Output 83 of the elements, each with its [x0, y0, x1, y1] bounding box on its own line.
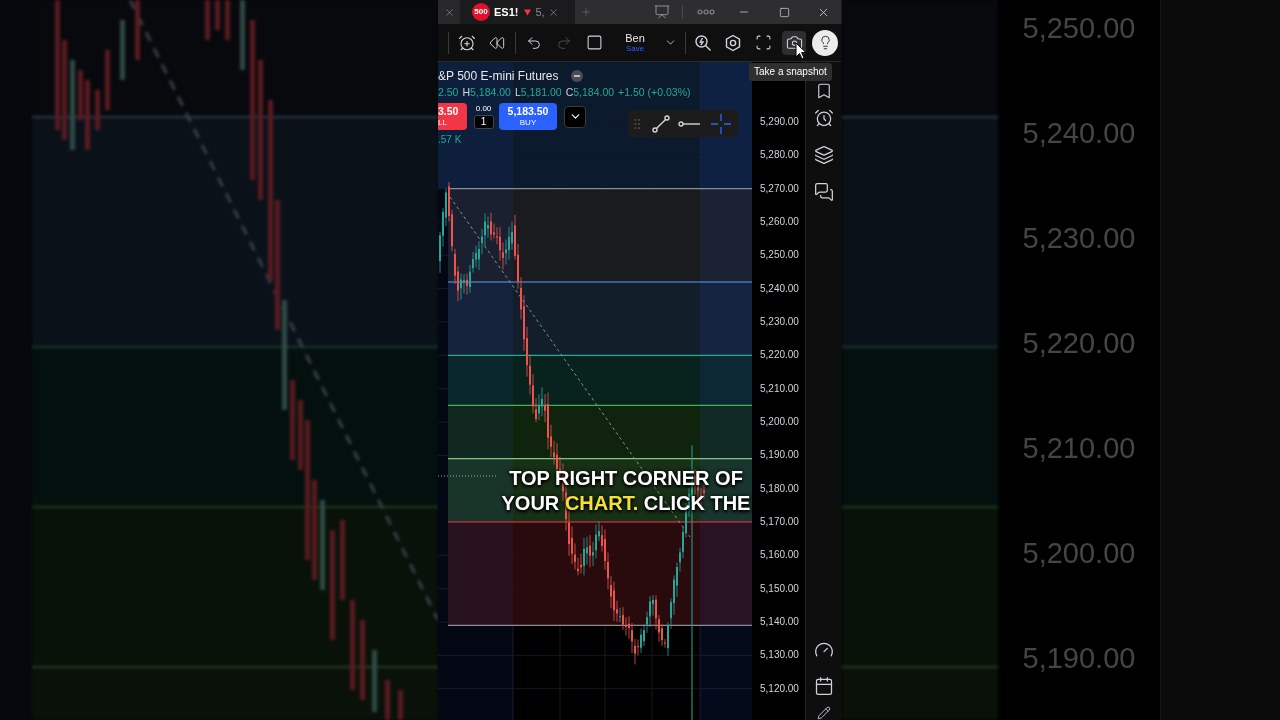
- blurred-candle: [78, 70, 83, 120]
- blurred-candle: [135, 0, 140, 60]
- blurred-candle: [298, 400, 303, 470]
- price-axis-label: 5,160.00: [760, 550, 799, 561]
- blurred-price-label: 5,250.00: [1022, 14, 1136, 43]
- blurred-price-label: 5,190.00: [1022, 644, 1136, 673]
- blurred-candle: [205, 0, 210, 40]
- price-change: +1.50 (+0.03%): [618, 86, 691, 98]
- symbol-logo: 500: [472, 3, 490, 21]
- layout-name-button[interactable]: Ben Save: [613, 27, 657, 58]
- more-icon[interactable]: [697, 9, 715, 15]
- maximize-icon[interactable]: [779, 6, 790, 18]
- calendar-icon[interactable]: [814, 676, 834, 696]
- tooltip: Take a snapshot: [749, 63, 832, 81]
- pencil-icon[interactable]: [817, 706, 831, 720]
- symbol-title: &P 500 E-mini Futures: [438, 70, 559, 82]
- ohlc-value: L5,181.00: [514, 86, 562, 98]
- camera-icon: [785, 34, 803, 51]
- price-axis-label: 5,260.00: [760, 216, 799, 227]
- screen-icon[interactable]: [654, 4, 670, 20]
- price-axis-label: 5,230.00: [760, 316, 799, 327]
- price-axis-label: 5,210.00: [760, 383, 799, 394]
- ohlc-value: 2.50: [438, 86, 459, 98]
- price-axis-label: 5,120.00: [760, 683, 799, 694]
- price-axis-label: 5,200.00: [760, 416, 799, 427]
- buy-button[interactable]: 5,183.50 BUY: [499, 103, 557, 130]
- blurred-candle: [215, 0, 220, 30]
- price-axis-label: 5,130.00: [760, 650, 799, 661]
- settings-icon: [724, 33, 742, 52]
- close-icon[interactable]: [443, 6, 455, 18]
- rewind-icon: [489, 34, 505, 51]
- price-axis-label: 5,280.00: [760, 150, 799, 161]
- sell-button[interactable]: 3.50 LL: [438, 103, 467, 130]
- blurred-price-label: 5,210.00: [1022, 434, 1136, 463]
- square-icon: [585, 34, 603, 51]
- search-icon: [694, 33, 712, 52]
- price-axis-label: 5,140.00: [760, 616, 799, 627]
- alarm-clock-plus-icon: [458, 33, 476, 52]
- price-axis-label: 5,250.00: [760, 250, 799, 261]
- blurred-price-label: 5,200.00: [1022, 539, 1136, 568]
- price-axis-label: 5,270.00: [760, 183, 799, 194]
- bookmark-icon[interactable]: [815, 82, 833, 100]
- fullscreen-icon: [754, 34, 772, 51]
- blurred-candle: [385, 680, 390, 720]
- redo-icon: [556, 34, 572, 51]
- mouse-cursor-icon: [795, 42, 807, 60]
- price-axis-label: 5,220.00: [760, 350, 799, 361]
- price-axis-label: 5,240.00: [760, 283, 799, 294]
- blurred-candle: [120, 20, 125, 80]
- blurred-price-label: 5,230.00: [1022, 224, 1136, 253]
- lightbulb-button[interactable]: [812, 29, 838, 56]
- blurred-candle: [240, 0, 245, 70]
- tab-price: 5,: [535, 6, 545, 18]
- close-icon[interactable]: [548, 6, 559, 18]
- trend-line-icon: [651, 113, 671, 134]
- collapse-icon[interactable]: [570, 70, 583, 82]
- blurred-candle: [85, 80, 90, 150]
- undo-icon: [526, 34, 542, 51]
- crosshair-icon: [711, 113, 731, 134]
- blurred-candle: [95, 90, 100, 130]
- price-axis-label: 5,290.00: [760, 117, 799, 127]
- price-axis-label: 5,180.00: [760, 483, 799, 494]
- alarm-clock-icon[interactable]: [814, 108, 834, 128]
- blurred-price-label: 5,240.00: [1022, 119, 1136, 148]
- horizontal-ray-icon: [678, 120, 700, 127]
- price-axis-label: 5,170.00: [760, 516, 799, 527]
- chart-tab[interactable]: 500 ES1! 5,: [460, 0, 575, 24]
- volume-value: .57 K: [438, 135, 462, 145]
- chat-icon[interactable]: [814, 182, 834, 202]
- order-menu-button[interactable]: [564, 105, 586, 128]
- price-line: [438, 475, 497, 477]
- blurred-candle: [225, 0, 230, 40]
- price-axis-label: 5,150.00: [760, 583, 799, 594]
- ohlc-value: H5,184.00: [462, 86, 511, 98]
- blurred-candle: [398, 690, 403, 720]
- tab-symbol: ES1!: [494, 6, 519, 18]
- blurred-candle: [372, 650, 377, 712]
- ohlc-value: C5,184.00: [565, 86, 615, 98]
- blurred-candle: [105, 50, 110, 110]
- spread-value: 0.00: [475, 104, 492, 113]
- blurred-price-label: 5,220.00: [1022, 329, 1136, 358]
- layers-icon[interactable]: [814, 145, 834, 165]
- price-axis-label: 5,190.00: [760, 450, 799, 461]
